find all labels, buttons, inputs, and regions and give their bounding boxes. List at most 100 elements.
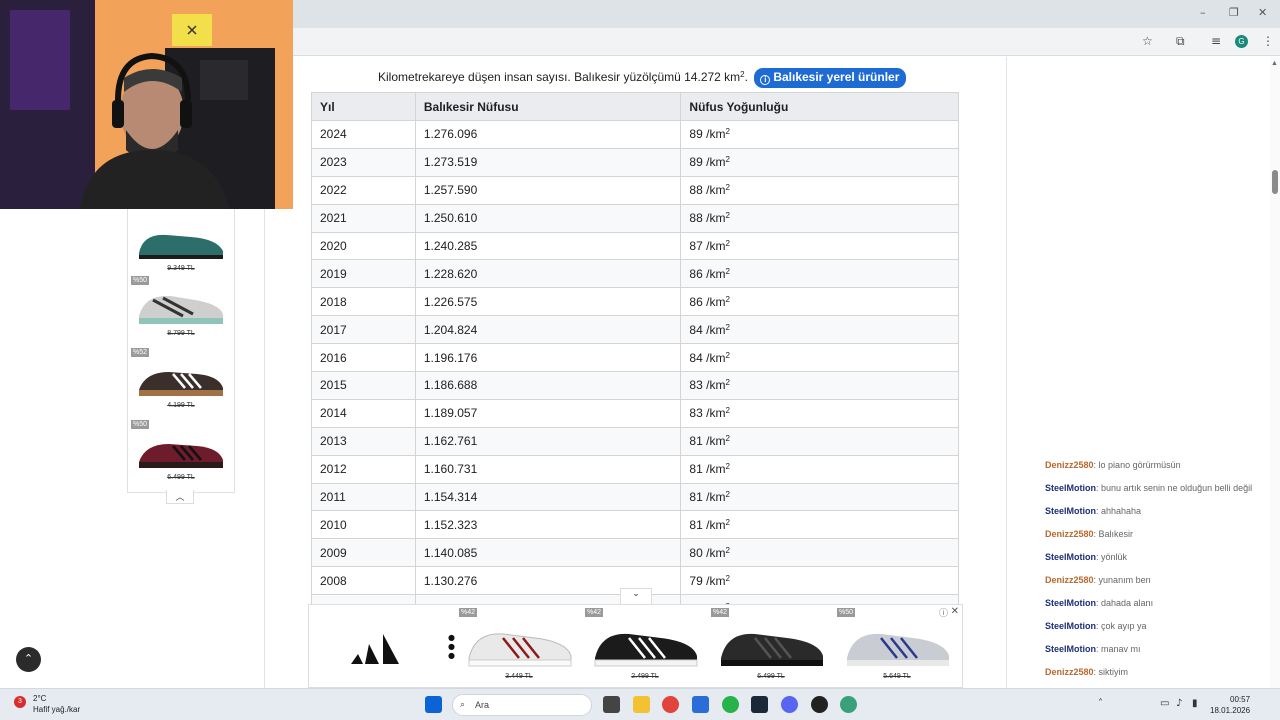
maximize-button[interactable]: ❐ [1229,6,1239,19]
ad-price: 6.499 TL [167,474,195,481]
table-header-row: Yıl Balıkesir Nüfusu Nüfus Yoğunluğu [311,92,959,121]
discord-icon[interactable] [781,696,798,713]
collapse-ads-button[interactable]: ︿ [166,490,194,504]
table-row: 2011 1.154.314 81 /km2 [311,482,959,512]
table-row: 2019 1.228.620 86 /km2 [311,259,959,289]
profile-avatar[interactable]: G [1235,35,1248,48]
caption-text: Kilometrekareye düşen insan sayısı. Balı… [378,70,741,84]
page-scrollbar[interactable]: ▲ [1270,57,1280,688]
battery-icon[interactable]: ▮ [1192,698,1198,709]
chat-text: dahada alanı [1101,598,1154,608]
close-window-button[interactable]: ✕ [1258,6,1267,19]
chat-username[interactable]: SteelMotion [1045,598,1096,608]
stream-chat: Denizz2580: lo piano görürmüsün SteelMoti… [1045,457,1270,682]
cell-density: 86 /km2 [680,259,959,289]
ad-price: 9.349 TL [167,265,195,272]
scroll-up-icon[interactable]: ▲ [1271,60,1278,67]
whatsapp-icon[interactable] [722,696,739,713]
tray-chevron-icon[interactable]: ˄ [1098,698,1103,709]
expand-ad-button[interactable]: ⌄ [620,588,652,604]
weather-widget[interactable]: 2°C Hafif yağ./kar [33,693,80,715]
sidebar-ad-item[interactable]: 9.349 TL [131,211,231,281]
shoe-image [133,288,229,328]
bottom-ad-item[interactable]: %42 2.499 TL [585,608,705,682]
chat-username[interactable]: SteelMotion [1045,621,1096,631]
file-explorer-icon[interactable] [633,696,650,713]
bottom-ad-item[interactable]: %42 3.449 TL [459,608,579,682]
chat-username[interactable]: Denizz2580 [1045,575,1094,585]
windows-taskbar: 3 2°C Hafif yağ./kar ⌕ Ara ˄ ▭ ♪ ▮ 00:57… [0,688,1280,720]
chat-username[interactable]: SteelMotion [1045,644,1096,654]
chat-username[interactable]: Denizz2580 [1045,460,1094,470]
bookmark-star-icon[interactable]: ☆ [1142,34,1153,48]
ad-close-icon[interactable]: ✕ [951,606,959,617]
local-products-button[interactable]: i Balıkesir yerel ürünler [754,68,907,88]
chat-message: SteelMotion: bunu artık senin ne olduğun… [1045,483,1253,493]
density-value: 84 [689,350,703,365]
chat-username[interactable]: SteelMotion [1045,506,1096,516]
chat-username[interactable]: Denizz2580 [1045,667,1094,677]
chat-username[interactable]: Denizz2580 [1045,529,1094,539]
density-unit: /km [702,462,726,477]
search-icon: ⌕ [460,700,466,710]
minimize-button[interactable]: – [1200,6,1206,19]
sidebar-ad-item[interactable]: %50 8.799 TL [131,276,231,346]
cell-density: 86 /km2 [680,287,959,317]
store-icon[interactable] [692,696,709,713]
ad-info-icon[interactable]: ⓘ [939,606,948,619]
chat-text: yönlük [1101,552,1128,562]
taskbar-search[interactable]: ⌕ Ara [452,694,592,716]
cell-population: 1.152.323 [414,510,682,540]
cell-year: 2015 [311,371,416,400]
weather-temp: 2°C [33,694,47,703]
bottom-ad-item[interactable]: %42 6.499 TL [711,608,831,682]
cell-population: 1.276.096 [414,120,682,149]
steam-icon[interactable] [751,696,768,713]
task-view-icon[interactable] [603,696,620,713]
chat-username[interactable]: SteelMotion [1045,483,1096,493]
cell-population: 1.204.824 [414,315,682,345]
scrollbar-thumb[interactable] [1272,170,1278,194]
density-unit-sup: 2 [725,322,730,332]
density-unit: /km [702,155,726,170]
density-unit: /km [702,294,726,309]
taskbar-clock[interactable]: 00:57 18.01.2026 [1210,694,1250,716]
density-unit: /km [702,573,726,588]
sidebar-ad-item[interactable]: %52 4.199 TL [131,348,231,418]
table-row: 2015 1.186.688 83 /km2 [311,371,959,400]
cell-year: 2009 [311,538,416,568]
density-unit: /km [702,183,726,198]
extensions-icon[interactable]: ⧉ [1176,34,1185,48]
density-unit-sup: 2 [725,378,730,388]
density-unit: /km [702,545,726,560]
cell-density: 89 /km2 [680,147,959,177]
cell-density: 84 /km2 [680,343,959,373]
cell-population: 1.240.285 [414,231,682,261]
density-value: 81 [689,462,703,477]
chat-message: Denizz2580: yunanım ben [1045,575,1151,585]
density-value: 88 [689,211,703,226]
table-row: 2017 1.204.824 84 /km2 [311,315,959,345]
cell-population: 1.226.575 [414,287,682,317]
bottom-ad-item[interactable]: %50 5.649 TL [837,608,957,682]
media-control-icon[interactable]: ≡ [1211,34,1221,48]
chrome-profile-icon[interactable] [840,696,857,713]
back-to-top-button[interactable]: ⌃ [16,647,41,672]
cell-population: 1.162.761 [414,426,682,456]
volume-icon[interactable]: ♪ [1176,698,1182,709]
browser-menu-icon[interactable]: ⋮ [1262,34,1274,48]
windows-start-icon[interactable] [425,696,442,713]
discount-badge: %50 [837,608,856,617]
network-icon[interactable]: ▭ [1160,698,1169,709]
sidebar-ad-item[interactable]: %50 6.499 TL [131,420,231,490]
search-placeholder: Ara [475,700,490,710]
chat-username[interactable]: SteelMotion [1045,552,1096,562]
carousel-dots-icon[interactable]: ● ● ● [448,633,455,660]
density-value: 81 [689,434,703,449]
discount-badge: %42 [459,608,478,617]
cell-population: 1.189.057 [414,398,682,428]
cell-year: 2018 [311,287,416,317]
adidas-logo-icon[interactable] [349,628,405,668]
chrome-icon[interactable] [662,696,679,713]
app-icon[interactable] [811,696,828,713]
